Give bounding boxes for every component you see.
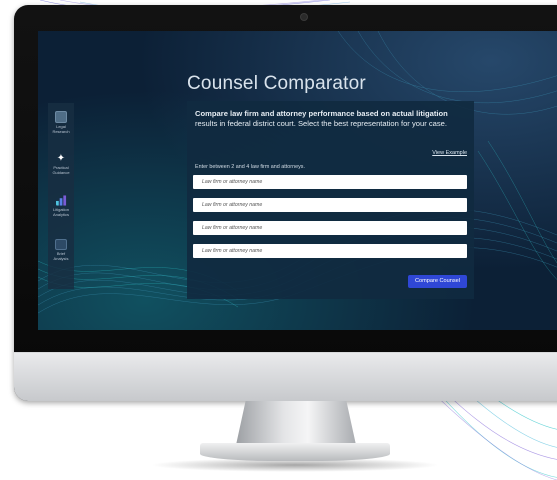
bar-chart-icon bbox=[55, 195, 66, 206]
monitor-chin bbox=[14, 352, 557, 401]
sidebar-item-label: Analytics bbox=[52, 211, 69, 217]
compass-icon: ✦ bbox=[56, 153, 66, 164]
monitor-stand bbox=[236, 401, 356, 445]
monitor-frame: Counsel Comparator Legal Research ✦ Prac… bbox=[14, 5, 557, 401]
instruction-text: Enter between 2 and 4 law firm and attor… bbox=[195, 164, 305, 170]
app-screen: Counsel Comparator Legal Research ✦ Prac… bbox=[38, 31, 557, 330]
sidebar-item-practical-guidance[interactable]: ✦ Practical Guidance bbox=[48, 153, 74, 175]
sidebar-item-brief-analysis[interactable]: Brief Analysis bbox=[48, 239, 74, 261]
monitor-stand-base bbox=[200, 443, 390, 461]
sidebar-item-label: Research bbox=[52, 128, 70, 134]
sidebar-item-legal-research[interactable]: Legal Research bbox=[48, 111, 74, 134]
counsel-input-2[interactable]: Law firm or attorney name bbox=[193, 198, 467, 212]
sidebar-item-label: Analysis bbox=[53, 255, 69, 261]
sidebar-item-litigation-analytics[interactable]: Litigation Analytics bbox=[48, 195, 74, 217]
counsel-input-3[interactable]: Law firm or attorney name bbox=[193, 221, 467, 235]
counsel-input-1[interactable]: Law firm or attorney name bbox=[193, 175, 467, 189]
sidebar: Legal Research ✦ Practical Guidance Liti… bbox=[48, 103, 74, 289]
comparator-panel: Compare law firm and attorney performanc… bbox=[187, 101, 474, 299]
compare-counsel-button[interactable]: Compare Counsel bbox=[408, 275, 467, 288]
document-icon bbox=[55, 239, 67, 250]
camera-dot bbox=[301, 14, 307, 20]
intro-text: Compare law firm and attorney performanc… bbox=[195, 109, 465, 129]
sidebar-item-label: Guidance bbox=[52, 169, 70, 175]
page-title: Counsel Comparator bbox=[187, 73, 366, 94]
counsel-input-4[interactable]: Law firm or attorney name bbox=[193, 244, 467, 258]
intro-heading: Compare law firm and attorney performanc… bbox=[195, 109, 448, 118]
intro-body: results in federal district court. Selec… bbox=[195, 119, 447, 128]
legal-research-icon bbox=[55, 111, 67, 123]
view-example-link[interactable]: View Example bbox=[432, 150, 467, 156]
